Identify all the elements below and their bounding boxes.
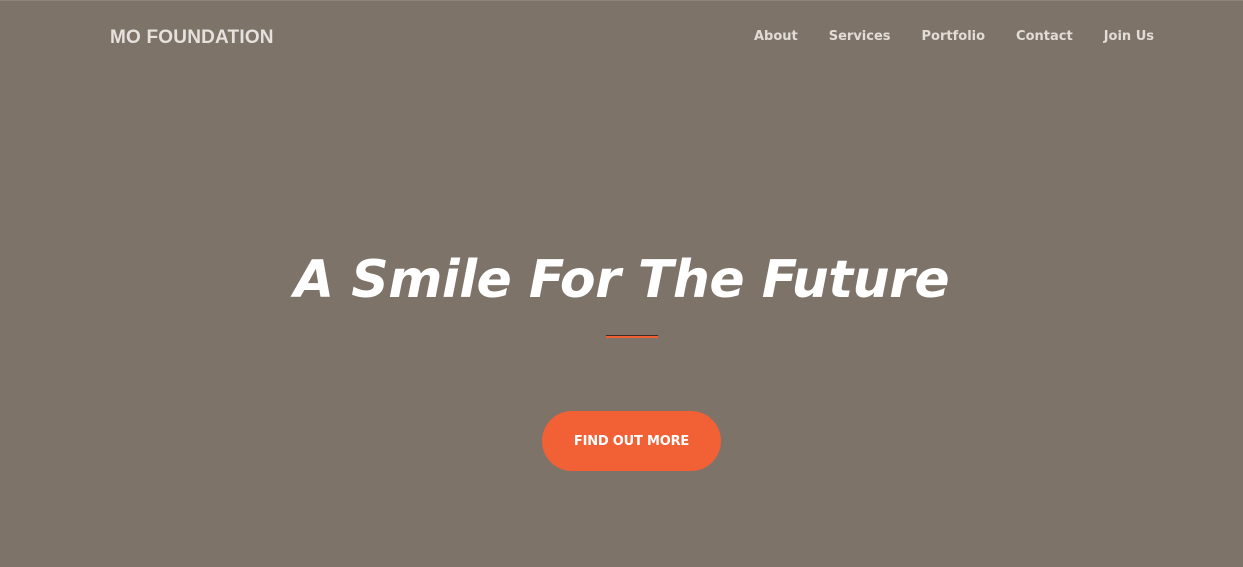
hero-divider bbox=[606, 335, 658, 338]
nav-item-join-us[interactable]: Join Us bbox=[1104, 29, 1154, 44]
brand-logo[interactable]: MO FOUNDATION bbox=[110, 27, 274, 49]
nav-item-portfolio[interactable]: Portfolio bbox=[922, 29, 986, 44]
nav-links: About Services Portfolio Contact Join Us bbox=[754, 29, 1154, 44]
hero-title: A Smile For The Future bbox=[293, 250, 950, 310]
nav-item-about[interactable]: About bbox=[754, 29, 798, 44]
navbar: MO FOUNDATION About Services Portfolio C… bbox=[0, 1, 1243, 75]
find-out-more-button[interactable]: FIND OUT MORE bbox=[542, 411, 721, 471]
nav-item-services[interactable]: Services bbox=[829, 29, 891, 44]
nav-item-contact[interactable]: Contact bbox=[1016, 29, 1073, 44]
